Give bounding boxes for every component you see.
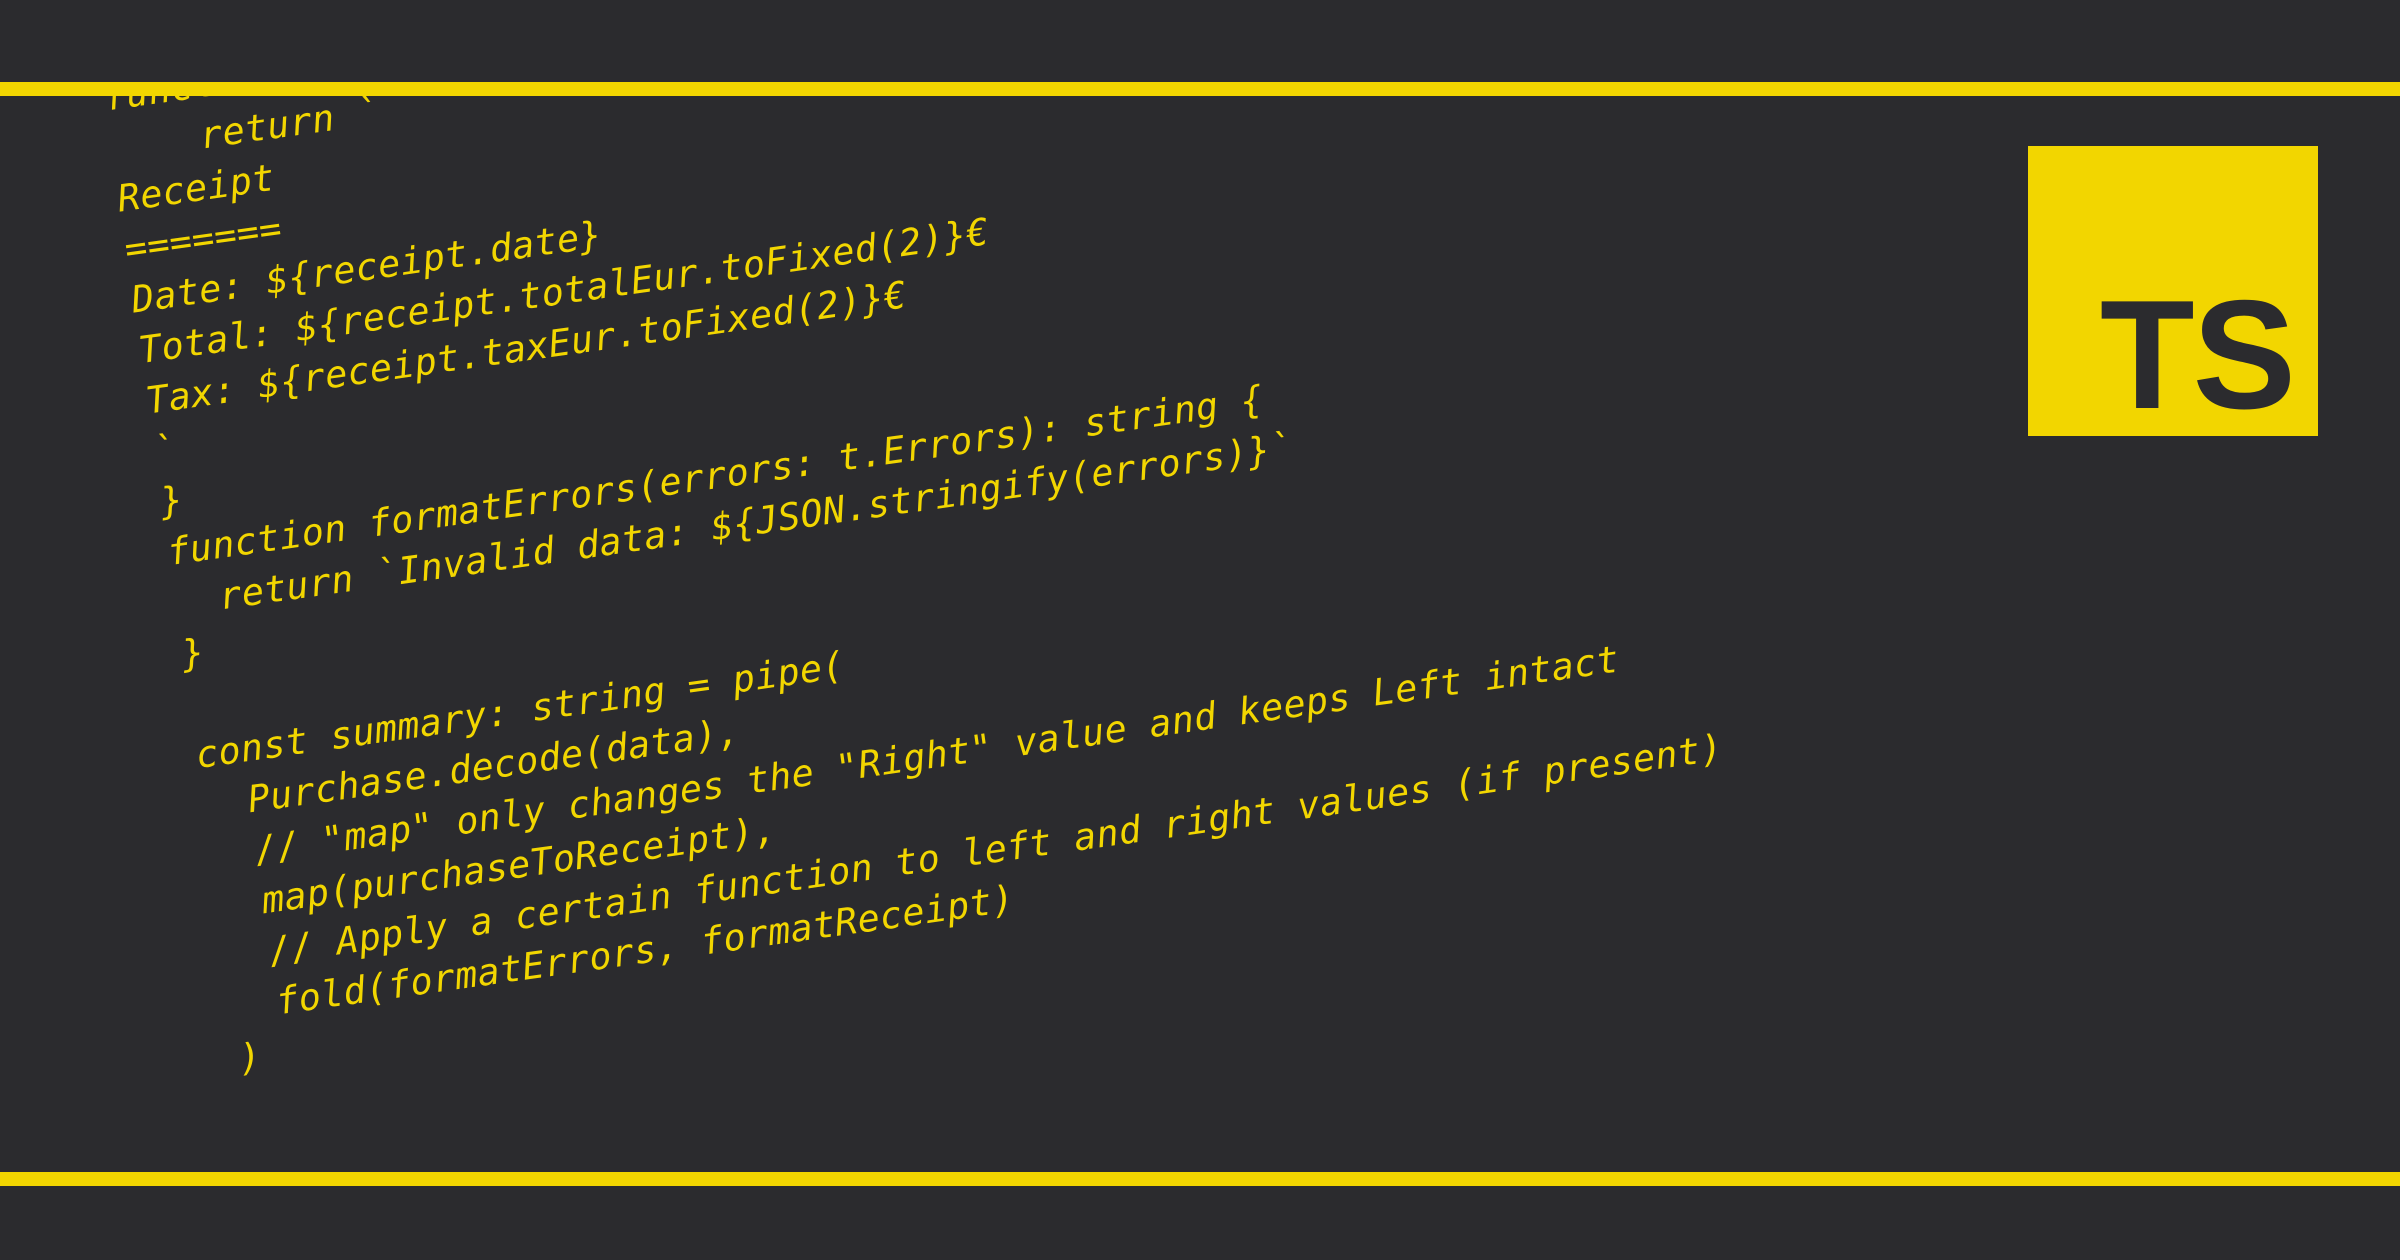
typescript-badge: TS	[2028, 146, 2318, 436]
bottom-accent-bar	[0, 1172, 2400, 1186]
typescript-badge-label: TS	[2100, 277, 2294, 432]
banner-canvas: function formatReceipt(receipt: Receipt)…	[0, 0, 2400, 1260]
top-accent-bar	[0, 82, 2400, 96]
